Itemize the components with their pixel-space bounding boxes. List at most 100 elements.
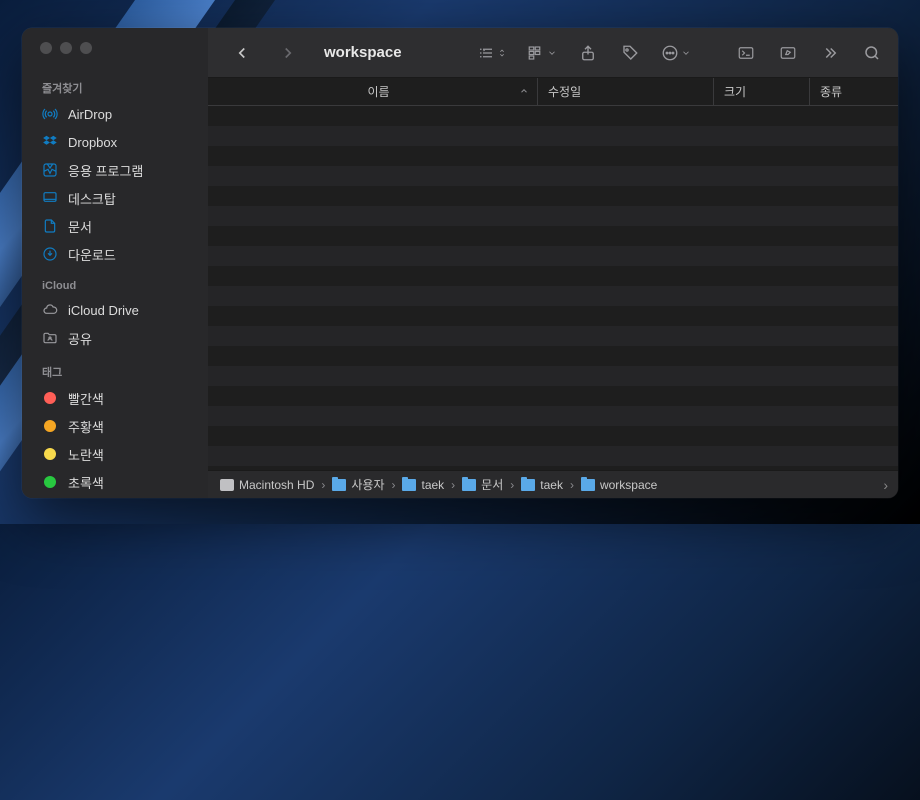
column-header-kind[interactable]: 종류 (810, 78, 898, 105)
column-header-name[interactable]: 이름 (220, 78, 538, 105)
sidebar-item-shared[interactable]: 공유 (22, 324, 208, 352)
back-button[interactable] (228, 39, 256, 67)
share-icon (579, 44, 597, 62)
path-separator-icon: › (321, 478, 325, 492)
sidebar-item-downloads[interactable]: 다운로드 (22, 240, 208, 268)
sidebar-tags-header: 태그 (22, 360, 208, 384)
sidebar-item-desktop[interactable]: 데스크탑 (22, 184, 208, 212)
group-button[interactable] (524, 39, 560, 67)
finder-window: 즐겨찾기 AirDrop Dropbox 응용 프로그램 데스크탑 문서 (22, 28, 898, 498)
sidebar-tags-section: 태그 빨간색 주황색 노란색 초록색 (22, 360, 208, 496)
cloud-icon (42, 302, 58, 318)
sidebar-item-label: 데스크탑 (68, 189, 116, 208)
sidebar-item-label: Dropbox (68, 135, 117, 150)
sidebar-item-airdrop[interactable]: AirDrop (22, 100, 208, 128)
file-list[interactable] (208, 106, 898, 470)
minimize-button[interactable] (60, 42, 72, 54)
path-label: taek (421, 478, 444, 492)
forward-button[interactable] (274, 39, 302, 67)
main-content: workspace (208, 28, 898, 498)
more-icon (661, 44, 679, 62)
column-header-size[interactable]: 크기 (714, 78, 810, 105)
path-crumb[interactable]: 문서 (462, 476, 503, 493)
sidebar: 즐겨찾기 AirDrop Dropbox 응용 프로그램 데스크탑 문서 (22, 28, 208, 498)
sidebar-icloud-section: iCloud iCloud Drive 공유 (22, 276, 208, 352)
chevron-updown-icon (497, 44, 507, 62)
path-crumb-root[interactable]: Macintosh HD (220, 478, 314, 492)
chevron-down-icon (547, 44, 557, 62)
sidebar-item-label: 다운로드 (68, 245, 116, 264)
column-label: 수정일 (548, 83, 581, 100)
tag-button[interactable] (616, 39, 644, 67)
path-label: 문서 (481, 476, 503, 493)
sidebar-tag-yellow[interactable]: 노란색 (22, 440, 208, 468)
sidebar-tag-red[interactable]: 빨간색 (22, 384, 208, 412)
edit-button[interactable] (774, 39, 802, 67)
sidebar-tag-green[interactable]: 초록색 (22, 468, 208, 496)
action-button[interactable] (658, 39, 694, 67)
apps-icon (42, 162, 58, 178)
grid-group-icon (527, 44, 545, 62)
sidebar-tag-orange[interactable]: 주황색 (22, 412, 208, 440)
sidebar-item-label: 공유 (68, 329, 92, 348)
maximize-button[interactable] (80, 42, 92, 54)
path-crumb-current[interactable]: workspace (581, 478, 657, 492)
search-button[interactable] (858, 39, 886, 67)
path-label: 사용자 (351, 476, 384, 493)
chevron-left-icon (233, 44, 251, 62)
terminal-icon (737, 44, 755, 62)
sidebar-item-label: 초록색 (68, 473, 104, 492)
download-icon (42, 246, 58, 262)
search-icon (863, 44, 881, 62)
folder-icon (521, 479, 535, 491)
sidebar-item-label: 노란색 (68, 445, 104, 464)
share-button[interactable] (574, 39, 602, 67)
desktop-icon (42, 190, 58, 206)
path-crumb[interactable]: 사용자 (332, 476, 384, 493)
sidebar-favorites-section: 즐겨찾기 AirDrop Dropbox 응용 프로그램 데스크탑 문서 (22, 76, 208, 268)
tag-dot-icon (44, 476, 56, 488)
sidebar-item-label: 문서 (68, 217, 92, 236)
sidebar-item-label: AirDrop (68, 107, 112, 122)
dropbox-icon (42, 134, 58, 150)
nav-buttons (220, 39, 310, 67)
folder-icon (462, 479, 476, 491)
terminal-button[interactable] (732, 39, 760, 67)
column-label: 크기 (724, 83, 746, 100)
window-controls (22, 42, 208, 68)
path-separator-icon: › (391, 478, 395, 492)
folder-icon (581, 479, 595, 491)
sidebar-item-label: 빨간색 (68, 389, 104, 408)
path-separator-icon: › (510, 478, 514, 492)
path-label: workspace (600, 478, 657, 492)
tag-icon (621, 44, 639, 62)
path-crumb[interactable]: taek (402, 478, 444, 492)
sidebar-item-dropbox[interactable]: Dropbox (22, 128, 208, 156)
tag-dot-icon (44, 420, 56, 432)
chevron-down-icon (681, 44, 691, 62)
sidebar-item-applications[interactable]: 응용 프로그램 (22, 156, 208, 184)
column-label: 종류 (820, 83, 842, 100)
column-header-date[interactable]: 수정일 (538, 78, 714, 105)
close-button[interactable] (40, 42, 52, 54)
path-separator-icon: › (570, 478, 574, 492)
sidebar-item-documents[interactable]: 문서 (22, 212, 208, 240)
folder-icon (402, 479, 416, 491)
path-bar: Macintosh HD › 사용자 › taek › 문서 › taek › (208, 470, 898, 498)
sidebar-item-icloud-drive[interactable]: iCloud Drive (22, 296, 208, 324)
compose-icon (779, 44, 797, 62)
view-mode-button[interactable] (474, 39, 510, 67)
sort-indicator-icon (519, 85, 529, 99)
folder-icon (332, 479, 346, 491)
chevrons-right-icon (821, 44, 839, 62)
overflow-button[interactable] (816, 39, 844, 67)
column-headers: 이름 수정일 크기 종류 (208, 78, 898, 106)
path-label: taek (540, 478, 563, 492)
sidebar-item-label: 응용 프로그램 (68, 161, 143, 180)
sidebar-icloud-header: iCloud (22, 276, 208, 296)
window-title: workspace (324, 44, 402, 61)
tag-dot-icon (44, 392, 56, 404)
path-crumb[interactable]: taek (521, 478, 563, 492)
airdrop-icon (42, 106, 58, 122)
tag-dot-icon (44, 448, 56, 460)
